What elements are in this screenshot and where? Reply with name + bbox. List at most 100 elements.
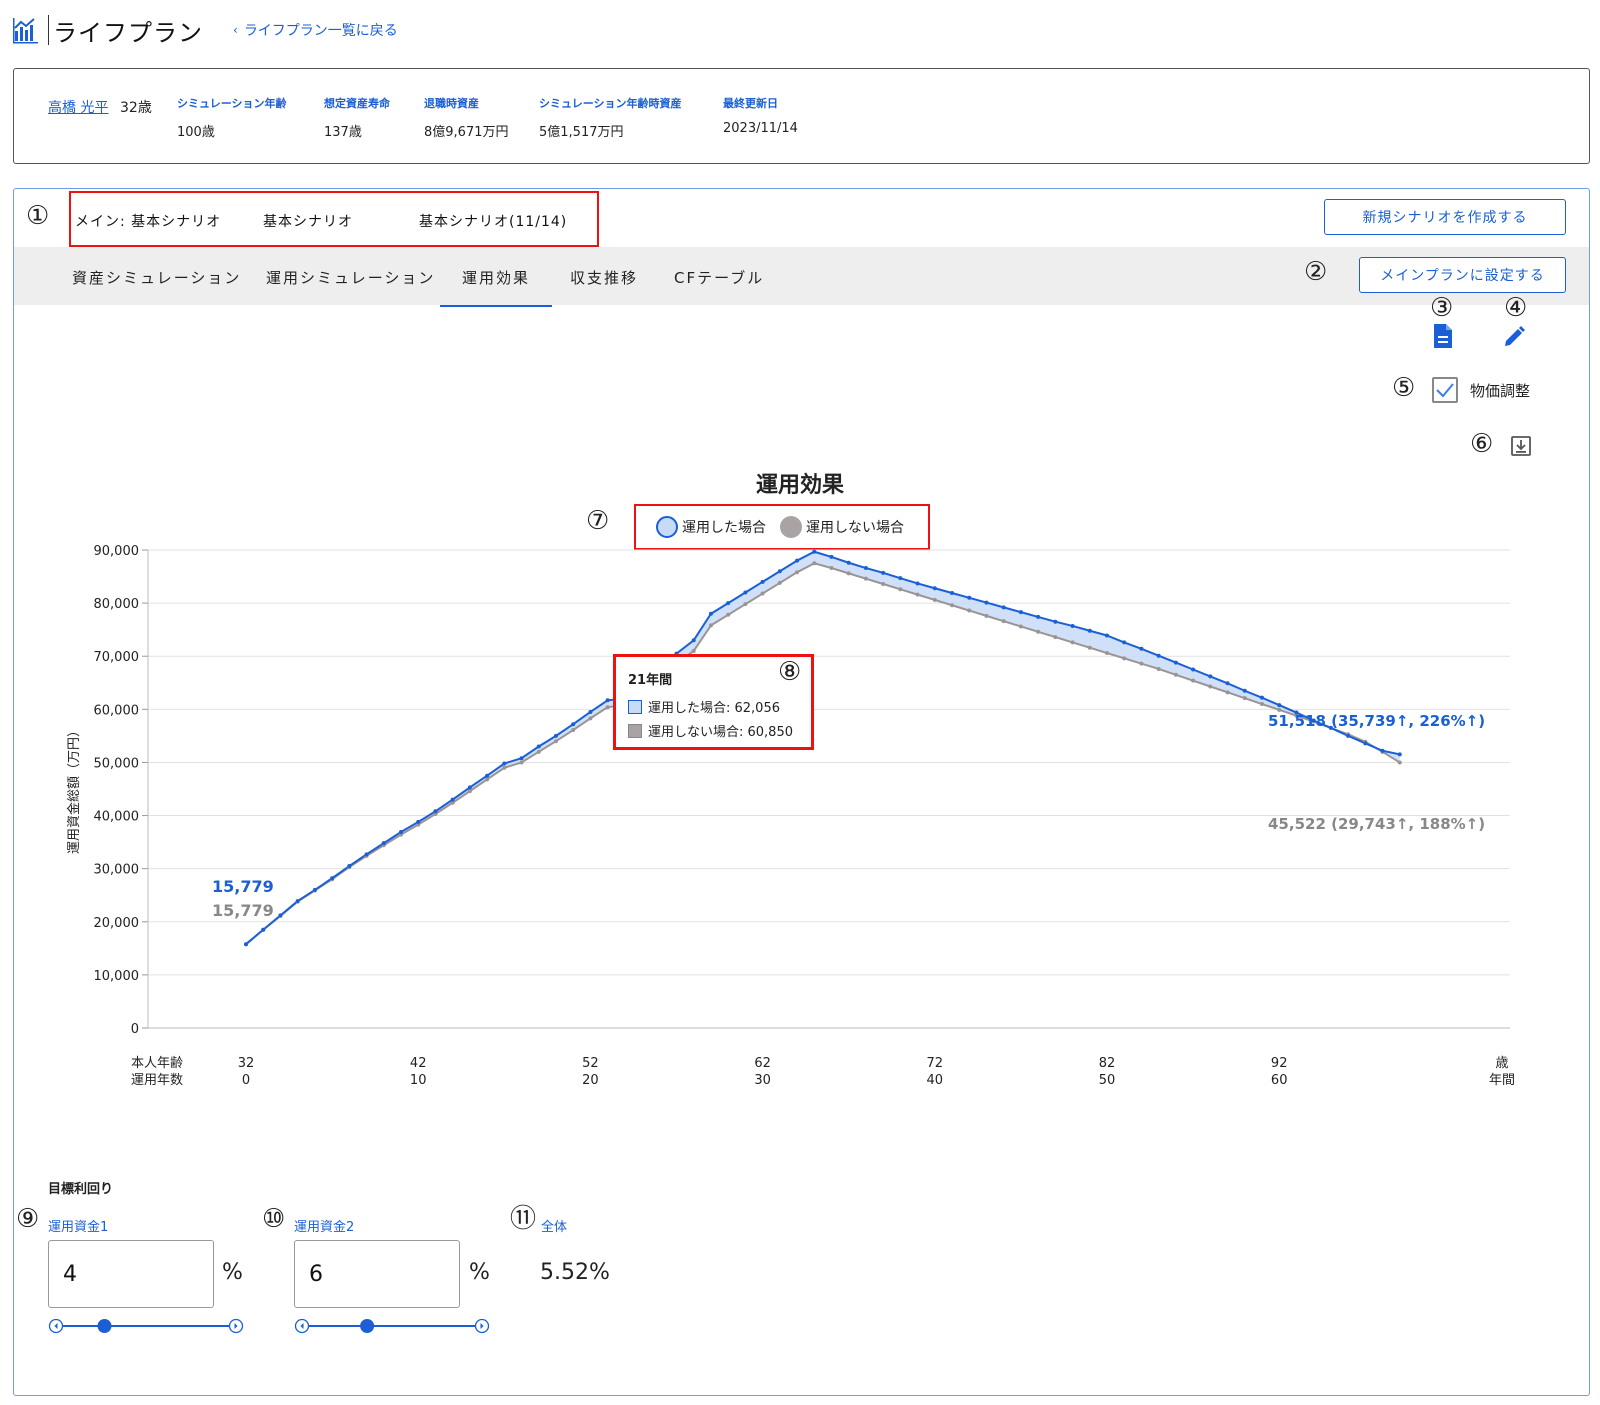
start-label-not-invested: 15,779 [212, 901, 274, 920]
total-label: 全体 [541, 1220, 568, 1235]
target-return-title: 目標利回り [48, 1182, 114, 1197]
point-invested [502, 761, 507, 766]
y-tick-label: 50,000 [94, 756, 140, 771]
fund1-rate-slider[interactable] [46, 1316, 246, 1336]
point-invested [261, 927, 266, 932]
point-invested [760, 579, 765, 584]
point-invested [1259, 695, 1264, 700]
point-not-invested [1259, 702, 1264, 707]
point-invested [1018, 610, 1023, 615]
point-invested [381, 841, 386, 846]
point-not-invested [846, 571, 851, 576]
point-invested [708, 611, 713, 616]
point-invested [795, 558, 800, 563]
x-tick-label-years: 20 [582, 1073, 599, 1088]
point-not-invested [1242, 696, 1247, 701]
point-invested [1001, 605, 1006, 610]
point-not-invested [863, 576, 868, 581]
point-not-invested [881, 581, 886, 586]
point-not-invested [795, 570, 800, 575]
y-tick-label: 90,000 [94, 544, 140, 559]
point-not-invested [1208, 684, 1213, 689]
fund2-rate-slider[interactable] [292, 1316, 492, 1336]
point-not-invested [967, 608, 972, 613]
point-invested [1380, 748, 1385, 753]
point-invested [743, 590, 748, 595]
fund2-rate-input[interactable] [294, 1240, 460, 1308]
point-not-invested [898, 587, 903, 592]
point-invested [950, 591, 955, 596]
point-invested [812, 549, 817, 554]
point-invested [433, 809, 438, 814]
point-not-invested [1001, 619, 1006, 624]
y-axis-label: 運用資金総額（万円） [66, 724, 82, 854]
point-invested [691, 638, 696, 643]
point-not-invested [485, 777, 490, 782]
point-invested [932, 586, 937, 591]
x-tick-label-years: 0 [242, 1073, 250, 1088]
x-tick-label-age: 32 [238, 1056, 255, 1071]
point-not-invested [1397, 760, 1402, 765]
point-not-invested [829, 566, 834, 571]
y-tick-label: 40,000 [94, 810, 140, 825]
series-fill-between [246, 551, 1400, 945]
point-invested [1277, 703, 1282, 708]
point-not-invested [932, 597, 937, 602]
point-invested [1242, 688, 1247, 693]
fund1-label: 運用資金1 [48, 1220, 109, 1235]
point-not-invested [743, 602, 748, 607]
end-label-invested: 51,518 (35,739↑, 226%↑) [1268, 712, 1485, 730]
y-tick-label: 60,000 [94, 703, 140, 718]
investment-effect-chart: 0 10,000 20,000 30,000 40,000 50,000 60,000 70,… [66, 544, 1515, 1088]
fund1-rate-input[interactable] [48, 1240, 214, 1308]
point-invested [312, 887, 317, 892]
point-invested [881, 570, 886, 575]
point-invested [398, 830, 403, 835]
point-not-invested [1018, 624, 1023, 629]
point-invested [846, 560, 851, 565]
y-tick-label: 30,000 [94, 863, 140, 878]
tooltip-value: 運用しない場合: 60,850 [648, 725, 793, 740]
point-not-invested [1156, 666, 1161, 671]
point-not-invested [1191, 678, 1196, 683]
point-not-invested [536, 749, 541, 754]
point-invested [863, 566, 868, 571]
point-invested [1105, 633, 1109, 638]
point-not-invested [519, 760, 524, 765]
y-tick-label: 70,000 [94, 650, 140, 665]
point-not-invested [553, 739, 558, 744]
fund2-label: 運用資金2 [294, 1220, 355, 1235]
annotation-marker: ⑧ [778, 657, 802, 687]
point-invested [364, 852, 369, 857]
point-invested [1363, 741, 1368, 746]
slider-thumb[interactable] [97, 1319, 112, 1333]
point-invested [244, 942, 248, 947]
point-invested [777, 569, 782, 574]
total-rate-value: 5.52% [540, 1260, 610, 1285]
end-label-not-invested: 45,522 (29,743↑, 188%↑) [1268, 815, 1485, 833]
point-not-invested [777, 580, 782, 585]
x-tick-label-age: 72 [927, 1056, 944, 1071]
point-not-invested [502, 765, 507, 770]
point-not-invested [812, 561, 817, 566]
tooltip-value: 運用した場合: 62,056 [648, 701, 780, 716]
point-invested [1070, 623, 1075, 628]
point-not-invested [984, 613, 989, 618]
point-invested [553, 733, 558, 738]
point-invested [1397, 752, 1402, 757]
point-not-invested [1087, 645, 1092, 650]
point-invested [416, 819, 421, 824]
tooltip-row-invested: 運用した場合: 62,056 [628, 697, 780, 716]
x-axis-unit: 歳 [1495, 1056, 1508, 1071]
x-tick-label-years: 40 [927, 1073, 944, 1088]
point-not-invested [588, 716, 593, 721]
x-axis-label: 運用年数 [131, 1073, 183, 1088]
y-tick-label: 10,000 [94, 969, 140, 984]
point-not-invested [1173, 672, 1178, 677]
point-invested [898, 576, 903, 581]
tooltip-swatch [628, 699, 642, 714]
x-tick-label-age: 92 [1271, 1056, 1288, 1071]
slider-thumb[interactable] [360, 1319, 375, 1333]
point-invested [467, 785, 472, 790]
point-invested [1191, 667, 1196, 672]
